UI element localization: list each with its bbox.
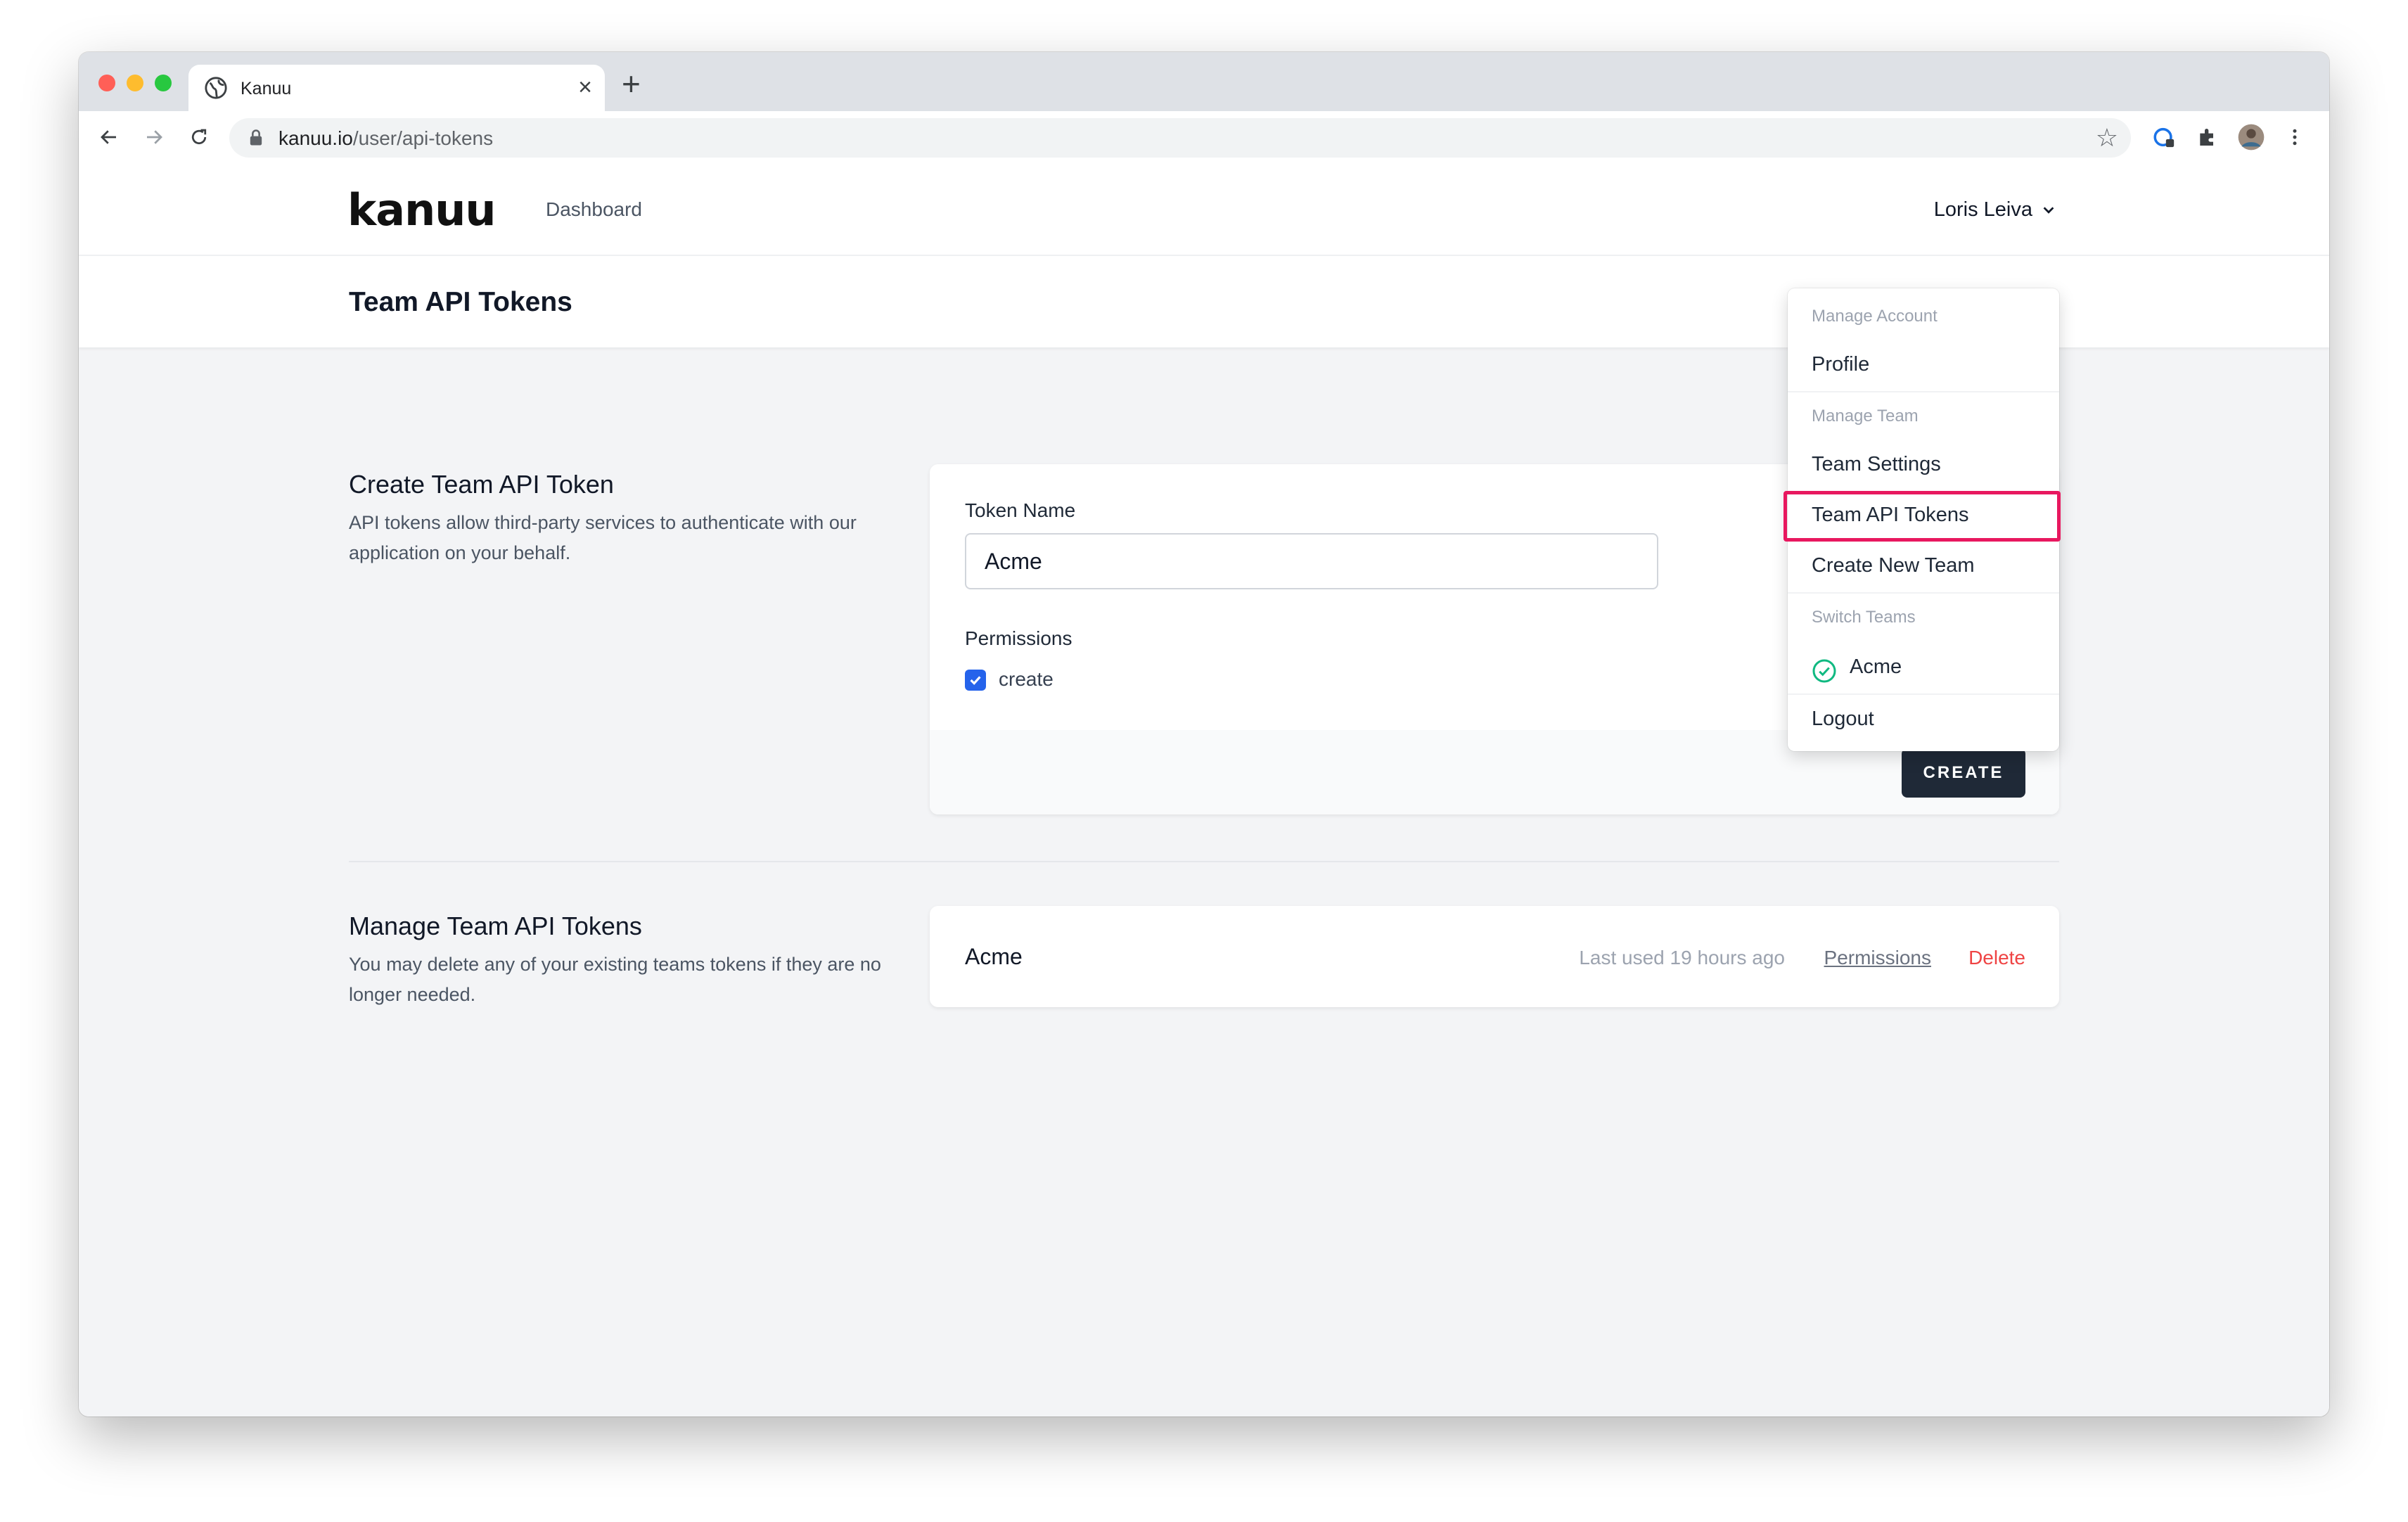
token-list-card: Acme Last used 19 hours ago Permissions … [930,906,2059,1007]
switch-teams-heading: Switch Teams [1812,608,1916,627]
user-dropdown-menu: Manage Account Profile Manage Team Team … [1783,288,2061,751]
forward-arrow-icon[interactable] [138,121,170,153]
dashboard-link[interactable]: Dashboard [546,198,642,221]
lock-icon [250,129,262,146]
minimize-window-button[interactable] [127,75,143,91]
section-divider [349,861,2059,862]
browser-menu-icon[interactable] [2279,121,2311,153]
close-window-button[interactable] [98,75,115,91]
app-content: kanuu Dashboard Loris Leiva Team API Tok… [79,165,2329,1417]
token-name: Acme [965,944,1023,969]
team-settings-menu-item[interactable]: Team Settings [1812,453,1941,476]
menu-separator [1788,693,2059,695]
create-section-title: Create Team API Token [349,470,614,499]
browser-toolbar: kanuu.io/user/api-tokens ☆ [79,111,2329,166]
logout-menu-item[interactable]: Logout [1812,708,1874,731]
team-api-tokens-menu-item[interactable]: Team API Tokens [1812,504,1969,527]
top-navigation: kanuu Dashboard Loris Leiva [79,165,2329,256]
maximize-window-button[interactable] [155,75,172,91]
profile-avatar-icon[interactable] [2235,121,2267,153]
checkmark-icon [970,676,981,685]
reload-icon[interactable] [183,121,215,153]
chevron-down-icon [2043,206,2054,214]
manage-section-description: You may delete any of your existing team… [349,954,881,1005]
token-name-input[interactable]: Acme [965,533,1658,589]
profile-menu-item[interactable]: Profile [1812,353,1869,376]
create-section-description: API tokens allow third-party services to… [349,512,857,563]
password-manager-icon[interactable] [2148,121,2180,153]
permissions-label: Permissions [965,627,1072,649]
extensions-puzzle-icon[interactable] [2191,121,2224,153]
bookmark-star-icon[interactable]: ☆ [2096,124,2118,152]
browser-window: Kanuu × + kanuu.io/user/api-tokens ☆ kan… [79,52,2329,1417]
url-text: kanuu.io/user/api-tokens [278,127,494,149]
globe-icon [205,77,227,99]
team-acme-menu-item[interactable]: Acme [1850,656,1902,679]
address-bar[interactable]: kanuu.io/user/api-tokens ☆ [229,118,2131,158]
check-circle-icon [1812,659,1836,683]
token-delete-link[interactable]: Delete [1968,947,2025,969]
tab-title: Kanuu [241,79,292,98]
create-new-team-menu-item[interactable]: Create New Team [1812,554,1975,577]
manage-section-title: Manage Team API Tokens [349,912,642,940]
manage-team-heading: Manage Team [1812,407,1919,426]
new-tab-icon[interactable]: + [622,68,641,100]
create-permission-checkbox[interactable] [965,670,986,691]
create-button[interactable]: CREATE [1902,748,2025,798]
page-title: Team API Tokens [349,287,572,317]
kanuu-logo[interactable]: kanuu [347,184,496,236]
token-permissions-link[interactable]: Permissions [1824,947,1931,969]
back-arrow-icon[interactable] [93,121,125,153]
tab-strip: Kanuu × + [79,52,2329,111]
user-name: Loris Leiva [1933,198,2032,221]
browser-tab[interactable]: Kanuu × [188,65,605,111]
manage-account-heading: Manage Account [1812,307,1938,326]
create-permission-label: create [999,668,1054,690]
menu-separator [1788,592,2059,594]
token-last-used: Last used 19 hours ago [1579,947,1785,968]
close-tab-icon[interactable]: × [578,73,592,101]
menu-separator [1788,391,2059,392]
user-menu-trigger[interactable]: Loris Leiva [1934,198,2056,222]
token-name-label: Token Name [965,499,1076,521]
